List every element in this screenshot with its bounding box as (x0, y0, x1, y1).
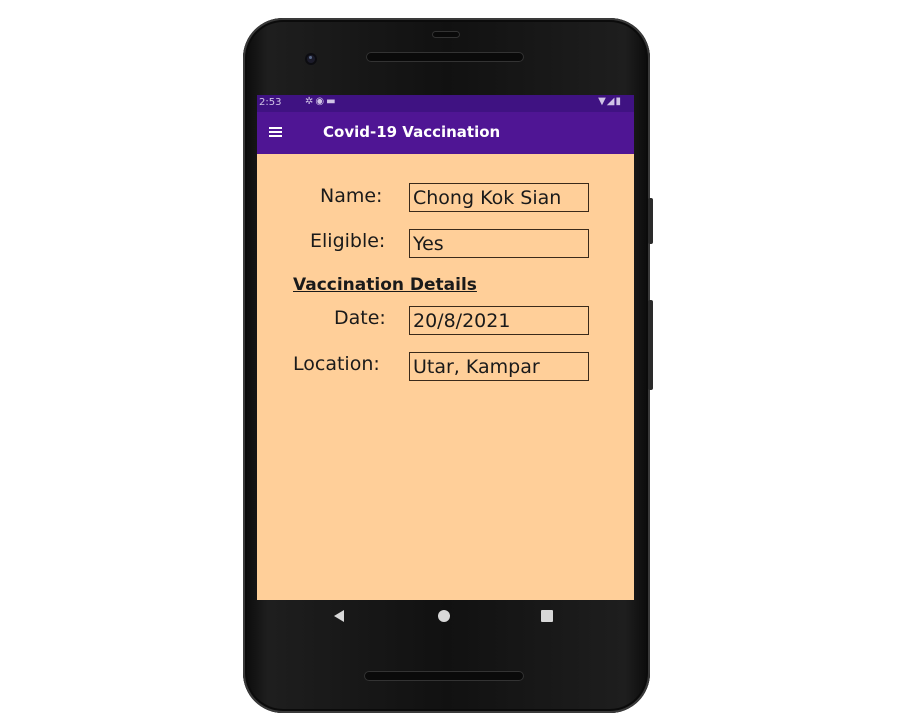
status-right-icons: ▼◢▮ (598, 96, 622, 107)
battery-icon: ▮ (615, 96, 622, 107)
section-title: Vaccination Details (293, 275, 477, 295)
earpiece-slot (432, 31, 460, 38)
app-bar: Covid-19 Vaccination (257, 112, 634, 154)
bottom-speaker-grille (364, 671, 524, 681)
navigation-bar (257, 600, 634, 636)
form-content: Name: Chong Kok Sian Eligible: Yes Vacci… (257, 154, 634, 600)
hamburger-menu-icon[interactable] (267, 121, 289, 143)
top-speaker-grille (366, 52, 524, 62)
wifi-icon: ▼ (598, 96, 607, 107)
location-field[interactable]: Utar, Kampar (409, 352, 589, 381)
power-button (648, 198, 653, 244)
front-camera (305, 53, 317, 65)
status-time: 2:53 (259, 97, 282, 108)
sd-card-icon: ▬ (326, 96, 338, 107)
date-field[interactable]: 20/8/2021 (409, 306, 589, 335)
volume-button (648, 300, 653, 390)
settings-icon: ✲ (305, 96, 316, 107)
date-label: Date: (334, 307, 386, 329)
name-field[interactable]: Chong Kok Sian (409, 183, 589, 212)
status-bar: 2:53 ✲◉▬ ▼◢▮ (257, 95, 634, 112)
eligible-field[interactable]: Yes (409, 229, 589, 258)
name-label: Name: (320, 185, 383, 207)
home-icon[interactable] (438, 610, 450, 622)
notification-icon: ◉ (315, 96, 327, 107)
status-left-icons: ✲◉▬ (305, 96, 338, 107)
location-label: Location: (293, 353, 380, 375)
recents-icon[interactable] (541, 610, 553, 622)
back-icon[interactable] (334, 610, 344, 622)
app-title: Covid-19 Vaccination (323, 123, 501, 141)
eligible-label: Eligible: (310, 230, 386, 252)
screen: 2:53 ✲◉▬ ▼◢▮ Covid-19 Vaccination Name: … (257, 95, 634, 600)
